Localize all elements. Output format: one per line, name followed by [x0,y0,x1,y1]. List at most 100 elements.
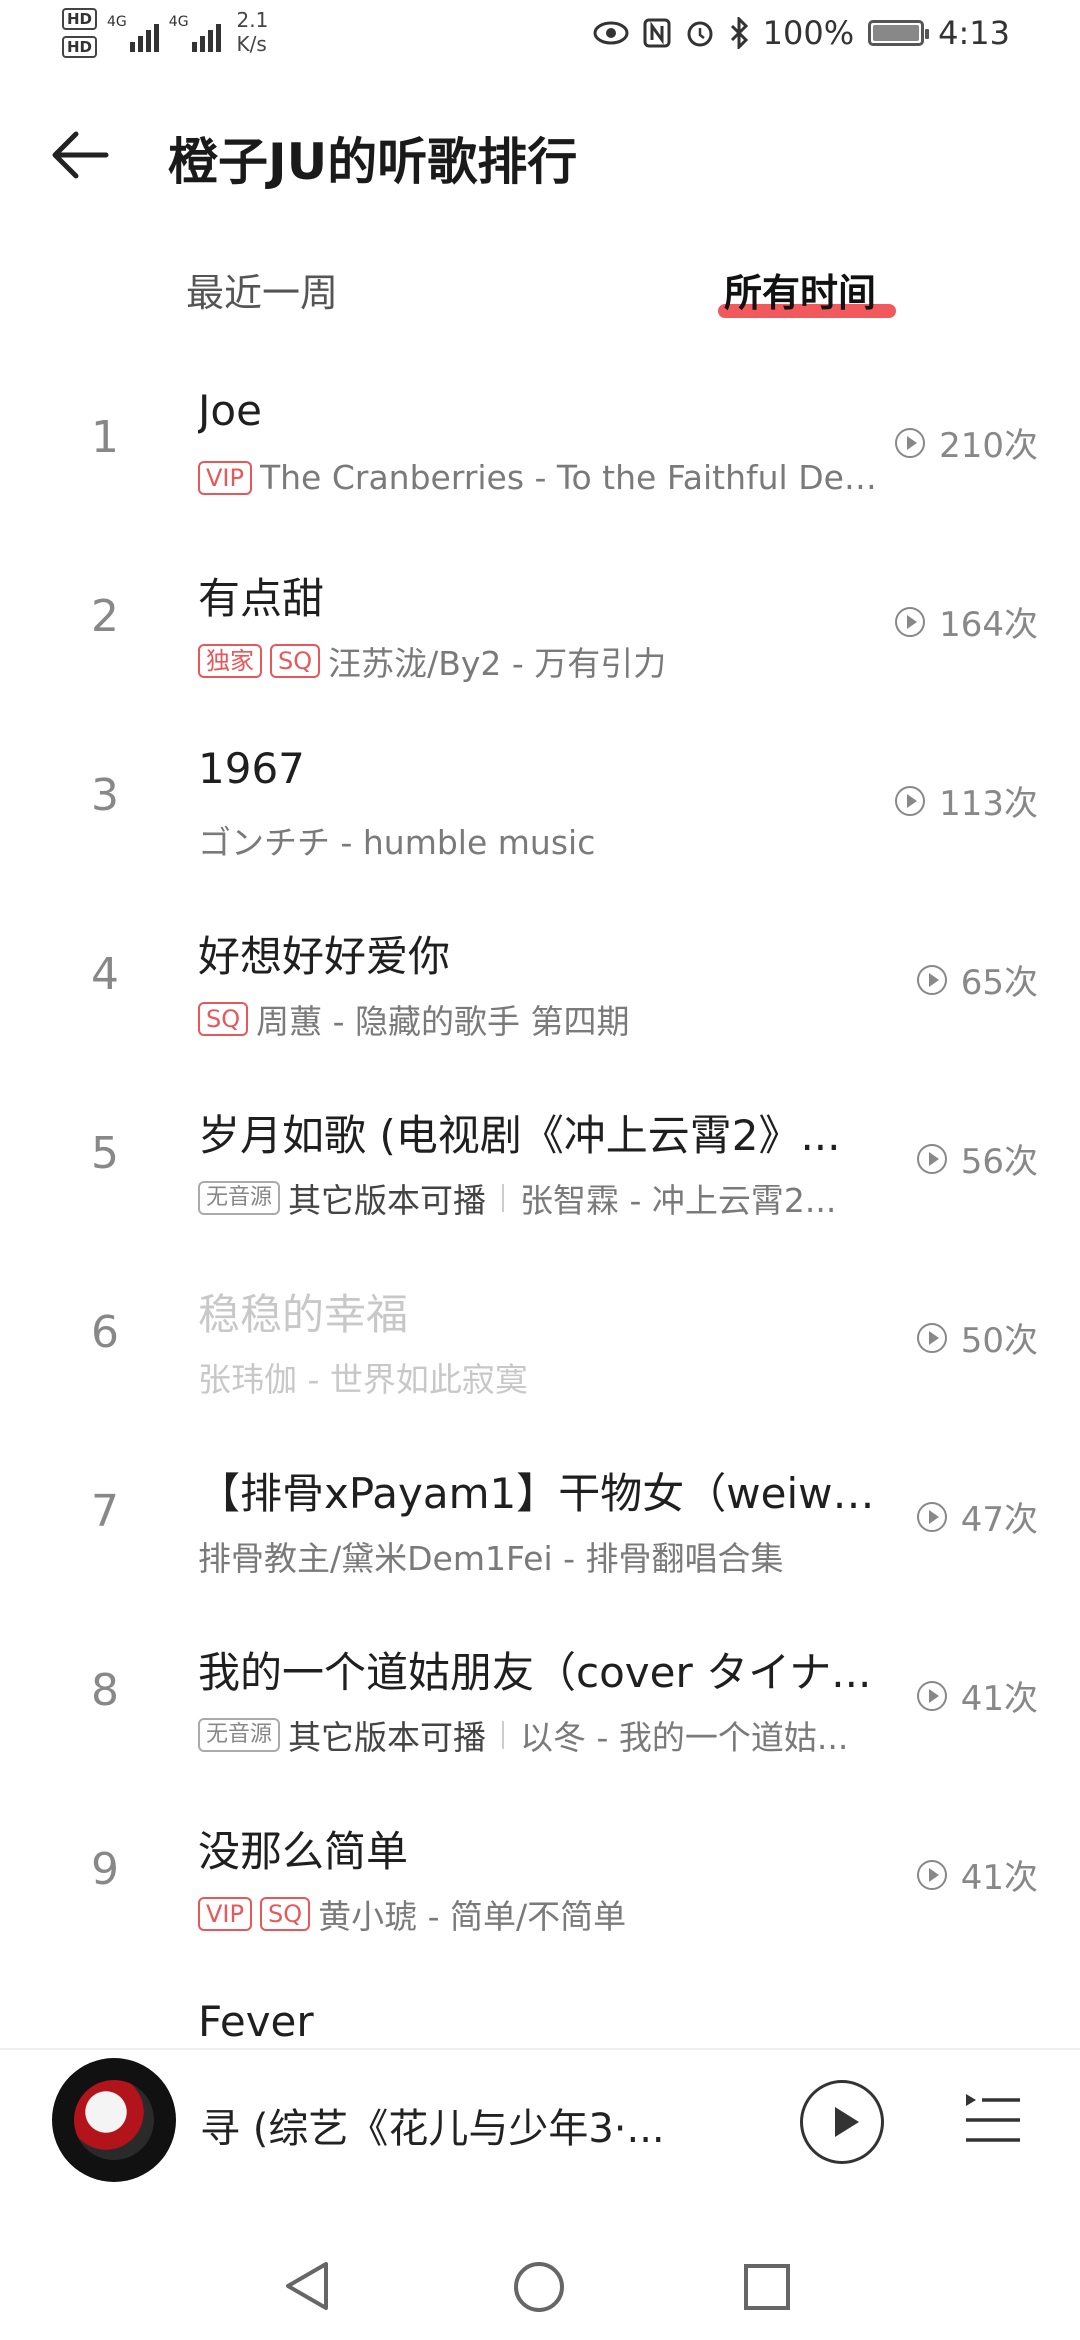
nav-recents-icon[interactable] [742,2262,792,2312]
song-title: 岁月如歌 (电视剧《冲上云霄2》... [198,1111,841,1160]
tab-recent-week[interactable]: 最近一周 [186,262,338,317]
play-count: 41次 [916,1850,1038,1899]
status-bar: HD HD 4G 4G 2.1 K/s 100% 4:13 [0,0,1080,72]
play-count: 56次 [916,1134,1038,1183]
vip-badge: VIP [198,1897,252,1931]
list-item[interactable]: 6 稳稳的幸福 张玮伽 - 世界如此寂寞 50次 [0,1255,1080,1434]
divider [502,1184,505,1212]
artist-album: 周蕙 - 隐藏的歌手 第四期 [256,1002,630,1041]
rank-number: 6 [91,1307,119,1358]
song-meta: 无音源 其它版本可播 以冬 - 我的一个道姑... [198,1711,888,1759]
artist-album: 汪苏泷/By2 - 万有引力 [328,644,667,683]
rank-number: 9 [91,1844,119,1895]
artist-album: The Cranberries - To the Faithful Depa..… [259,458,888,497]
song-meta: SQ 周蕙 - 隐藏的歌手 第四期 [198,995,888,1043]
hd-icon: HD [62,36,98,58]
rank-number: 2 [91,591,119,642]
rank-number: 7 [91,1486,119,1537]
play-count-icon [916,1859,947,1890]
divider [502,1721,505,1749]
song-title: 有点甜 [198,574,325,623]
song-meta: VIP The Cranberries - To the Faithful De… [198,458,888,497]
play-button[interactable] [800,2080,884,2164]
no-source-badge: 无音源 [198,1718,281,1752]
artist-album: ゴンチチ - humble music [198,823,596,862]
song-meta: VIP SQ 黄小琥 - 简单/不简单 [198,1890,888,1938]
alt-version-label[interactable]: 其它版本可播 [288,1711,486,1759]
song-title: 稳稳的幸福 [198,1290,409,1339]
nav-back-icon[interactable] [282,2260,332,2312]
hd-icon: HD [62,8,98,30]
signal-icon: 4G [169,8,221,52]
list-item[interactable]: 9 没那么简单 VIP SQ 黄小琥 - 简单/不简单 41次 [0,1792,1080,1971]
artist-album: 排骨教主/黛米Dem1Fei - 排骨翻唱合集 [198,1539,784,1578]
alarm-icon [687,21,713,47]
song-meta: 排骨教主/黛米Dem1Fei - 排骨翻唱合集 [198,1532,888,1580]
list-item[interactable]: 7 【排骨xPayam1】干物女（weiwe... 排骨教主/黛米Dem1Fei… [0,1434,1080,1613]
tab-all-time[interactable]: 所有时间 [724,262,876,317]
song-title: Fever [198,1997,314,2046]
sq-badge: SQ [198,1002,249,1036]
sq-badge: SQ [259,1897,311,1931]
now-playing-title[interactable]: 寻 (综艺《花儿与少年3·... [200,2096,680,2154]
list-item[interactable]: 5 岁月如歌 (电视剧《冲上云霄2》... 无音源 其它版本可播 张智霖 - 冲… [0,1076,1080,1255]
page-title: 橙子JU的听歌排行 [168,133,578,191]
song-list: 1 Joe VIP The Cranberries - To the Faith… [0,360,1080,2050]
song-title: 好想好好爱你 [198,932,451,981]
artist-album: 张智霖 - 冲上云霄2... [520,1181,837,1220]
status-right: 100% 4:13 [593,14,1010,52]
song-meta: 独家 SQ 汪苏泷/By2 - 万有引力 [198,637,888,685]
bluetooth-icon [730,17,748,49]
play-count-icon [895,427,926,458]
back-arrow-icon[interactable] [46,120,116,190]
network-speed: 2.1 K/s [236,8,269,56]
vip-badge: VIP [198,460,252,495]
play-count: 47次 [916,1492,1038,1541]
battery-percent: 100% [762,14,855,52]
rank-number: 4 [91,949,119,1000]
artist-album: 以冬 - 我的一个道姑... [520,1718,849,1757]
play-count-icon [916,964,947,995]
song-meta: ゴンチチ - humble music [198,816,888,864]
play-count: 50次 [916,1313,1038,1362]
alt-version-label[interactable]: 其它版本可播 [288,1174,486,1222]
list-item[interactable]: Fever [0,1971,1080,2050]
song-title: Joe [198,386,262,435]
artist-album: 黄小琥 - 简单/不简单 [318,1897,627,1936]
song-title: 1967 [198,744,305,793]
tab-bar: 最近一周 所有时间 [0,252,1080,332]
song-title: 我的一个道姑朋友（cover タイナ... [198,1648,872,1697]
song-meta: 无音源 其它版本可播 张智霖 - 冲上云霄2... [198,1174,888,1222]
rank-number: 1 [91,412,119,463]
song-title: 【排骨xPayam1】干物女（weiwe... [198,1469,898,1518]
nfc-icon [643,18,671,48]
rank-number: 8 [91,1665,119,1716]
artist-album: 张玮伽 - 世界如此寂寞 [198,1360,528,1399]
song-title: 没那么简单 [198,1827,409,1876]
nav-home-icon[interactable] [512,2260,566,2314]
list-item[interactable]: 2 有点甜 独家 SQ 汪苏泷/By2 - 万有引力 164次 [0,539,1080,718]
play-count-icon [916,1501,947,1532]
rank-number: 5 [91,1128,119,1179]
header: 橙子JU的听歌排行 [0,100,1080,210]
rank-number: 3 [91,770,119,821]
play-count: 113次 [895,776,1038,825]
play-count: 41次 [916,1671,1038,1720]
play-count-icon [916,1322,947,1353]
list-item[interactable]: 8 我的一个道姑朋友（cover タイナ... 无音源 其它版本可播 以冬 - … [0,1613,1080,1792]
signal-icon: 4G [107,8,159,52]
play-count-icon [916,1143,947,1174]
playlist-icon[interactable] [964,2090,1022,2146]
list-item[interactable]: 1 Joe VIP The Cranberries - To the Faith… [0,360,1080,539]
mini-player[interactable]: 寻 (综艺《花儿与少年3·... [0,2048,1080,2190]
list-item[interactable]: 3 1967 ゴンチチ - humble music 113次 [0,718,1080,897]
list-item[interactable]: 4 好想好好爱你 SQ 周蕙 - 隐藏的歌手 第四期 65次 [0,897,1080,1076]
exclusive-badge: 独家 [198,644,262,678]
clock: 4:13 [938,14,1010,52]
status-left: HD HD 4G 4G 2.1 K/s [62,8,268,58]
album-art[interactable] [52,2058,176,2182]
song-meta: 张玮伽 - 世界如此寂寞 [198,1353,888,1401]
sq-badge: SQ [270,644,321,678]
play-count-icon [895,785,926,816]
play-count: 65次 [916,955,1038,1004]
